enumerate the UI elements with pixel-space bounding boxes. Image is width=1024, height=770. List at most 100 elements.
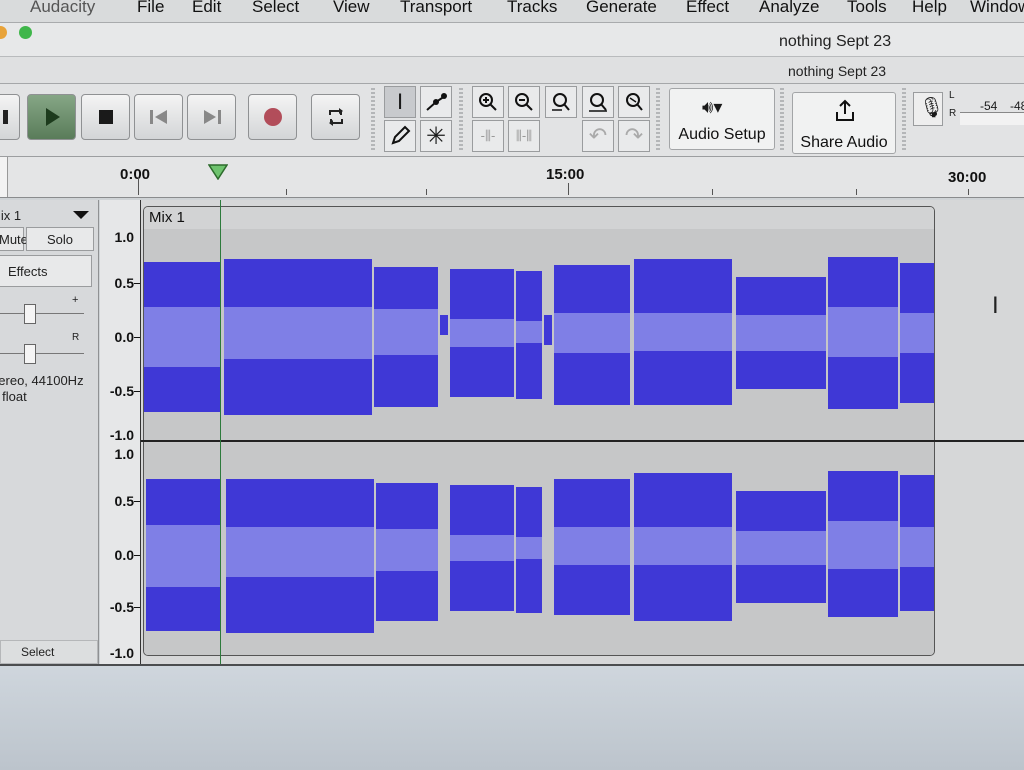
zoom-out-button[interactable] <box>508 86 540 118</box>
menu-select[interactable]: Select <box>252 0 299 17</box>
menu-window[interactable]: Window <box>970 0 1024 17</box>
menu-edit[interactable]: Edit <box>192 0 221 17</box>
silence-selection-button[interactable]: ⫼-⫼ <box>508 120 540 152</box>
gain-slider-track[interactable] <box>0 313 84 314</box>
undo-icon: ↶ <box>588 123 608 148</box>
undo-button[interactable]: ↶ <box>582 120 614 152</box>
empty-track-area[interactable] <box>0 664 1024 770</box>
menu-analyze[interactable]: Analyze <box>759 0 819 17</box>
envelope-icon <box>421 87 451 117</box>
toolbar-grip[interactable] <box>902 88 906 152</box>
share-icon <box>834 99 856 128</box>
zoom-in-icon <box>473 87 503 117</box>
scale-tick <box>134 283 140 284</box>
select-track-button[interactable]: Select <box>0 640 98 664</box>
play-icon <box>28 95 75 139</box>
record-meter-bar[interactable] <box>960 112 1024 125</box>
audio-setup-label: Audio Setup <box>678 126 766 143</box>
solo-button[interactable]: Solo <box>26 227 94 251</box>
multi-tool-button[interactable]: ✳ <box>420 120 452 152</box>
scale-label: 0.5 <box>114 275 134 291</box>
project-title-bar: nothing Sept 23 <box>0 57 1024 84</box>
skip-to-start-button[interactable] <box>134 94 183 140</box>
menu-file[interactable]: File <box>137 0 164 17</box>
ruler-label: 15:00 <box>546 166 585 183</box>
fit-project-button[interactable] <box>582 86 614 118</box>
stop-icon <box>82 95 129 139</box>
playhead-marker-icon[interactable] <box>208 164 228 180</box>
menu-effect[interactable]: Effect <box>686 0 729 17</box>
menu-view[interactable]: View <box>333 0 370 17</box>
stop-button[interactable] <box>81 94 130 140</box>
ruler-label: 0:00 <box>120 166 151 183</box>
mute-button[interactable]: Mute <box>0 227 28 251</box>
track-name[interactable]: Mix 1 <box>0 208 21 223</box>
zoom-in-button[interactable] <box>472 86 504 118</box>
loop-icon <box>312 95 359 139</box>
zoom-fit-selection-icon <box>546 87 576 117</box>
minimize-window-button[interactable] <box>0 26 7 39</box>
share-audio-button[interactable]: Share Audio <box>792 92 896 154</box>
speaker-icon: 🔊︎▾ <box>702 97 723 117</box>
redo-icon: ↷ <box>624 123 644 148</box>
skip-end-icon <box>188 95 235 139</box>
track-control-panel[interactable]: Mix 1 Mute Solo Effects + R Stereo, 4410… <box>0 200 99 664</box>
toolbar-grip[interactable] <box>780 88 784 152</box>
redo-button[interactable]: ↷ <box>618 120 650 152</box>
selection-tool-button[interactable]: I <box>384 86 416 118</box>
menu-transport[interactable]: Transport <box>400 0 472 17</box>
trim-outside-button[interactable]: -⫼- <box>472 120 504 152</box>
toolbar-grip[interactable] <box>656 88 660 152</box>
effects-label: Effects <box>8 264 48 279</box>
track-menu-arrow-icon[interactable] <box>72 210 90 220</box>
scale-label: -0.5 <box>109 383 134 399</box>
ruler-tick <box>856 189 857 195</box>
track-format: Stereo, 44100Hz <box>0 373 84 388</box>
waveform-left <box>144 257 934 415</box>
text-cursor-icon: I <box>992 292 999 319</box>
toolbar-grip[interactable] <box>459 88 463 152</box>
effects-button[interactable]: Effects <box>0 255 92 287</box>
fit-selection-button[interactable] <box>545 86 577 118</box>
mute-label: Mute <box>0 232 28 247</box>
menu-generate[interactable]: Generate <box>586 0 657 17</box>
microphone-icon: 🎙︎ <box>919 97 945 119</box>
play-button[interactable] <box>27 94 76 140</box>
meter-tick: -54 <box>980 99 998 113</box>
loop-button[interactable] <box>311 94 360 140</box>
zoom-toggle-button[interactable] <box>618 86 650 118</box>
record-button[interactable] <box>248 94 297 140</box>
pan-slider-handle[interactable] <box>24 344 36 364</box>
envelope-tool-button[interactable] <box>420 86 452 118</box>
pan-slider-track[interactable] <box>0 353 84 354</box>
ruler-edge <box>0 157 8 197</box>
timeline-ruler[interactable]: 0:00 15:00 30:00 <box>0 157 1024 198</box>
pause-button[interactable] <box>0 94 20 140</box>
track-waveform-area[interactable]: Mix 1 I <box>141 200 1024 768</box>
i-beam-icon: I <box>396 89 404 114</box>
waveform-channel-right[interactable] <box>144 443 934 655</box>
zoom-window-button[interactable] <box>19 26 32 39</box>
scale-label: -1.0 <box>109 645 134 661</box>
menu-audacity[interactable]: Audacity <box>30 0 95 17</box>
amplitude-scale[interactable]: 1.0 0.5 0.0 -0.5 -1.0 1.0 0.5 0.0 -0.5 -… <box>100 200 141 664</box>
menu-tools[interactable]: Tools <box>847 0 887 17</box>
record-meter-button[interactable]: 🎙︎ <box>913 92 945 126</box>
skip-to-end-button[interactable] <box>187 94 236 140</box>
ruler-tick <box>568 183 569 195</box>
menu-help[interactable]: Help <box>912 0 947 17</box>
toolbar-grip[interactable] <box>371 88 375 152</box>
gain-slider-handle[interactable] <box>24 304 36 324</box>
project-title: nothing Sept 23 <box>788 63 887 79</box>
menu-tracks[interactable]: Tracks <box>507 0 557 17</box>
zoom-toggle-icon <box>619 87 649 117</box>
ruler-tick <box>138 177 139 195</box>
clip-header[interactable]: Mix 1 <box>144 207 934 229</box>
waveform-channel-left[interactable] <box>144 229 934 441</box>
silence-icon: ⫼-⫼ <box>515 128 533 143</box>
asterisk-icon: ✳ <box>425 122 447 150</box>
draw-tool-button[interactable] <box>384 120 416 152</box>
audio-setup-button[interactable]: 🔊︎▾ Audio Setup <box>669 88 775 150</box>
audio-clip[interactable]: Mix 1 <box>143 206 935 656</box>
solo-label: Solo <box>47 232 74 247</box>
